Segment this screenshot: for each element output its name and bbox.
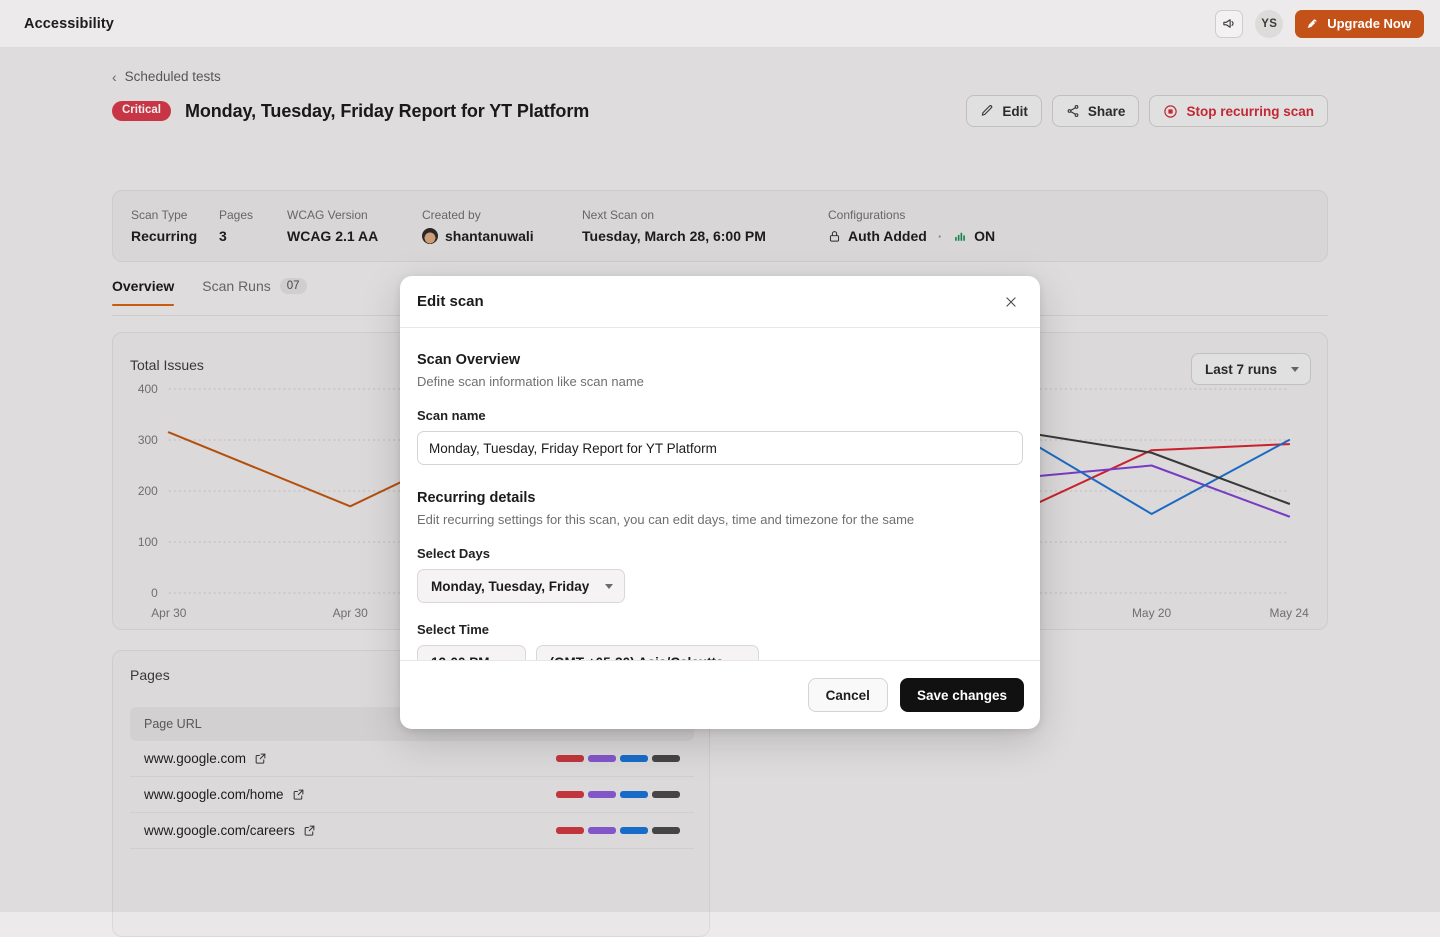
megaphone-icon[interactable] [1215,10,1243,38]
modal-footer: Cancel Save changes [400,660,1040,729]
close-icon[interactable] [998,289,1024,315]
select-time-label: Select Time [417,622,1023,637]
modal-header: Edit scan [400,276,1040,328]
scan-overview-heading: Scan Overview [417,352,1023,368]
select-days-label: Select Days [417,546,1023,561]
modal-title: Edit scan [417,293,484,310]
select-timezone-dropdown[interactable]: (GMT +05:30) Asia/Calcutta [536,645,760,660]
chevron-down-icon [605,584,613,589]
time-controls: 12:00 PM (GMT +05:30) Asia/Calcutta [417,645,1023,660]
save-changes-button[interactable]: Save changes [900,678,1024,712]
select-days-dropdown[interactable]: Monday, Tuesday, Friday [417,569,625,603]
upgrade-now-button[interactable]: Upgrade Now [1295,10,1424,38]
avatar[interactable]: YS [1255,10,1283,38]
scan-name-label: Scan name [417,408,1023,423]
top-bar: Accessibility YS Upgrade Now [0,0,1440,48]
upgrade-now-label: Upgrade Now [1327,16,1411,31]
page-content: ‹ Scheduled tests Critical Monday, Tuesd… [0,48,1440,912]
cancel-button[interactable]: Cancel [808,678,888,712]
app-brand: Accessibility [24,16,114,32]
scan-overview-subtitle: Define scan information like scan name [417,374,1023,389]
rocket-icon [1306,17,1320,31]
top-bar-actions: YS Upgrade Now [1215,10,1424,38]
recurring-details-heading: Recurring details [417,490,1023,506]
edit-scan-modal: Edit scan Scan Overview Define scan info… [400,276,1040,729]
select-days-value: Monday, Tuesday, Friday [431,579,589,594]
recurring-details-subtitle: Edit recurring settings for this scan, y… [417,512,1023,527]
scan-name-input[interactable] [417,431,1023,465]
select-time-dropdown[interactable]: 12:00 PM [417,645,526,660]
modal-body: Scan Overview Define scan information li… [400,328,1040,660]
